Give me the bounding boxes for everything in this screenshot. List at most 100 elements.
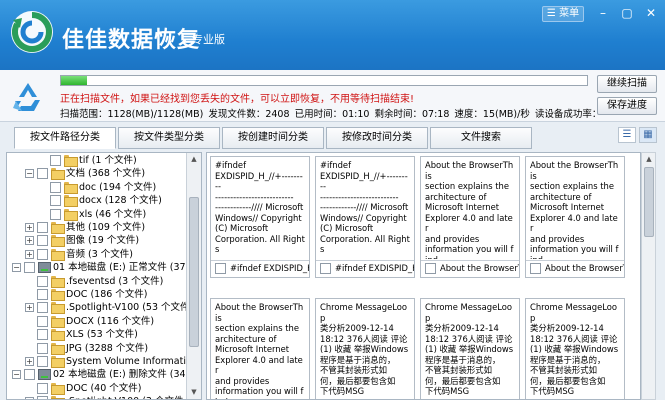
menu-icon: ☰ [546, 8, 556, 19]
continue-scan-button[interactable]: 继续扫描 [597, 75, 657, 93]
tree-node-checkbox[interactable] [24, 262, 35, 274]
file-card-footer: About the BrowserThis [421, 260, 519, 276]
tree-node-checkbox[interactable] [37, 342, 48, 354]
tree-node[interactable]: − 文档 (368 个文件) [7, 167, 192, 181]
tree-node[interactable]: − 01 本地磁盘 (E:) 正常文件 (37 [7, 261, 192, 274]
tree-scrollbar[interactable]: ▲ ▼ [186, 153, 201, 399]
tree-node-label: .Spotlight-V100 (53 个文件 [66, 302, 190, 314]
tree-node-checkbox[interactable] [24, 369, 35, 381]
folder-icon [51, 302, 65, 315]
file-card[interactable]: Chrome MessageLoop 类分析2009-12-14 18:12 3… [420, 298, 520, 399]
tree-node-checkbox[interactable] [37, 396, 48, 399]
thumbnail-view-button[interactable]: ▦ [639, 127, 657, 143]
grid-scrollbar[interactable]: ▲ [641, 152, 656, 400]
tree-node-checkbox[interactable] [50, 195, 61, 207]
grid-scroll-up-icon[interactable]: ▲ [644, 154, 654, 164]
tree-node[interactable]: + 图像 (19 个文件) [7, 234, 192, 248]
file-select-checkbox[interactable] [425, 263, 436, 274]
tree-node-checkbox[interactable] [50, 181, 61, 193]
scan-progress-fill [61, 76, 88, 85]
file-thumbnail-grid: #ifndef EXDISPID_H_//+--------- --------… [206, 152, 641, 400]
tree-node[interactable]: XLS (53 个文件) [7, 328, 192, 342]
collapse-icon[interactable]: − [12, 263, 21, 273]
file-preview-text: About the BrowserThis section explains t… [530, 160, 619, 259]
tree-node-checkbox[interactable] [37, 289, 48, 300]
tree-scroll-thumb[interactable] [189, 197, 199, 347]
file-card[interactable]: About the BrowserThis section explains t… [420, 156, 520, 278]
minimize-button[interactable]: – [590, 4, 616, 22]
expand-icon[interactable]: + [25, 357, 34, 366]
tree-node-label: tif (1 个文件) [79, 155, 137, 166]
collapse-icon[interactable]: − [25, 169, 34, 179]
tree-node[interactable]: xls (46 个文件) [7, 208, 192, 221]
tree-node-checkbox[interactable] [37, 275, 48, 287]
tree-node[interactable]: + 其他 (109 个文件) [7, 221, 192, 234]
file-card[interactable]: About the BrowserThis section explains t… [525, 156, 625, 278]
list-view-button[interactable]: ☰ [618, 127, 636, 143]
tree-node-checkbox[interactable] [37, 356, 48, 367]
tab-by-modified-time[interactable]: 按修改时间分类 [326, 127, 428, 149]
tree-node[interactable]: DOCX (116 个文件) [7, 315, 192, 328]
expand-icon[interactable]: + [25, 303, 34, 313]
tree-node[interactable]: tif (1 个文件) [7, 154, 192, 167]
scroll-down-icon[interactable]: ▼ [189, 387, 199, 397]
scan-status-panel: 正在扫描文件，如果已经找到您丢失的文件，可以立即恢复，不用等待扫描结束! 扫描范… [0, 70, 665, 122]
tree-node-checkbox[interactable] [37, 248, 48, 260]
tree-node-checkbox[interactable] [37, 315, 48, 327]
tree-node[interactable]: + .Spotlight-V100 (53 个文件 [7, 301, 192, 315]
maximize-button[interactable]: ▢ [614, 4, 640, 22]
tab-by-created-time[interactable]: 按创建时间分类 [222, 127, 324, 149]
file-card[interactable]: #ifndef EXDISPID_H_//+--------- --------… [210, 156, 310, 278]
tree-node-checkbox[interactable] [50, 155, 61, 166]
tree-node-label: 音频 (3 个文件) [66, 248, 133, 260]
expand-icon[interactable]: + [25, 236, 34, 246]
menu-button[interactable]: ☰ 菜单 [542, 6, 584, 22]
tree-node-label: JPG (3288 个文件) [66, 342, 149, 354]
tree-node-label: XLS (53 个文件) [66, 329, 138, 341]
tree-node-checkbox[interactable] [37, 235, 48, 247]
tree-node[interactable]: docx (128 个文件) [7, 194, 192, 208]
tree-node[interactable]: DOC (40 个文件) [7, 382, 192, 395]
tree-node[interactable]: JPG (3288 个文件) [7, 342, 192, 355]
tree-node[interactable]: DOC (186 个文件) [7, 288, 192, 301]
file-preview-text: About the BrowserThis section explains t… [215, 302, 304, 399]
tree-node-checkbox[interactable] [37, 302, 48, 314]
tree-node-label: System Volume Information [66, 356, 198, 367]
tree-node-checkbox[interactable] [50, 208, 61, 220]
grid-scroll-thumb[interactable] [644, 167, 654, 237]
app-name: 佳佳数据恢复 [62, 28, 201, 53]
app-edition: 专业版 [192, 33, 225, 46]
save-progress-button[interactable]: 保存进度 [597, 97, 657, 115]
collapse-icon[interactable]: − [12, 370, 21, 380]
expand-icon[interactable]: + [25, 223, 34, 232]
file-card[interactable]: About the BrowserThis section explains t… [210, 298, 310, 399]
close-button[interactable]: ✕ [638, 4, 664, 22]
tree-node-checkbox[interactable] [37, 329, 48, 341]
tree-node[interactable]: + System Volume Information [7, 355, 198, 368]
tree-node-checkbox[interactable] [37, 382, 48, 394]
tab-file-search[interactable]: 文件搜索 [430, 127, 532, 149]
folder-icon [51, 275, 65, 288]
file-card[interactable]: #ifndef EXDISPID_H_//+--------- --------… [315, 156, 415, 278]
tab-by-path[interactable]: 按文件路径分类 [14, 127, 116, 149]
drive-icon [38, 262, 51, 274]
tree-node[interactable]: + 音频 (3 个文件) [7, 248, 192, 261]
file-select-checkbox[interactable] [320, 263, 331, 274]
tree-node[interactable]: +.Spotlight-V100 (3 个文件 [7, 395, 192, 399]
tree-node[interactable]: − 02 本地磁盘 (E:) 删除文件 (34 [7, 368, 192, 381]
found-files-stat: 发现文件数：2408 [208, 109, 290, 120]
tree-node-label: .fseventsd (3 个文件) [66, 275, 164, 287]
scroll-up-icon[interactable]: ▲ [189, 154, 199, 164]
tree-node[interactable]: .fseventsd (3 个文件) [7, 275, 192, 288]
tab-by-type[interactable]: 按文件类型分类 [118, 127, 220, 149]
file-select-checkbox[interactable] [215, 263, 226, 274]
file-card[interactable]: Chrome MessageLoop 类分析2009-12-14 18:12 3… [315, 298, 415, 399]
expand-icon[interactable]: + [25, 249, 34, 259]
folder-icon [51, 396, 65, 399]
file-name: #ifndef EXDISPID_H_ [230, 263, 309, 273]
file-select-checkbox[interactable] [530, 263, 541, 274]
tree-node-checkbox[interactable] [37, 222, 48, 233]
tree-node[interactable]: doc (194 个文件) [7, 181, 192, 194]
tree-node-checkbox[interactable] [37, 168, 48, 180]
file-card[interactable]: Chrome MessageLoop 类分析2009-12-14 18:12 3… [525, 298, 625, 399]
